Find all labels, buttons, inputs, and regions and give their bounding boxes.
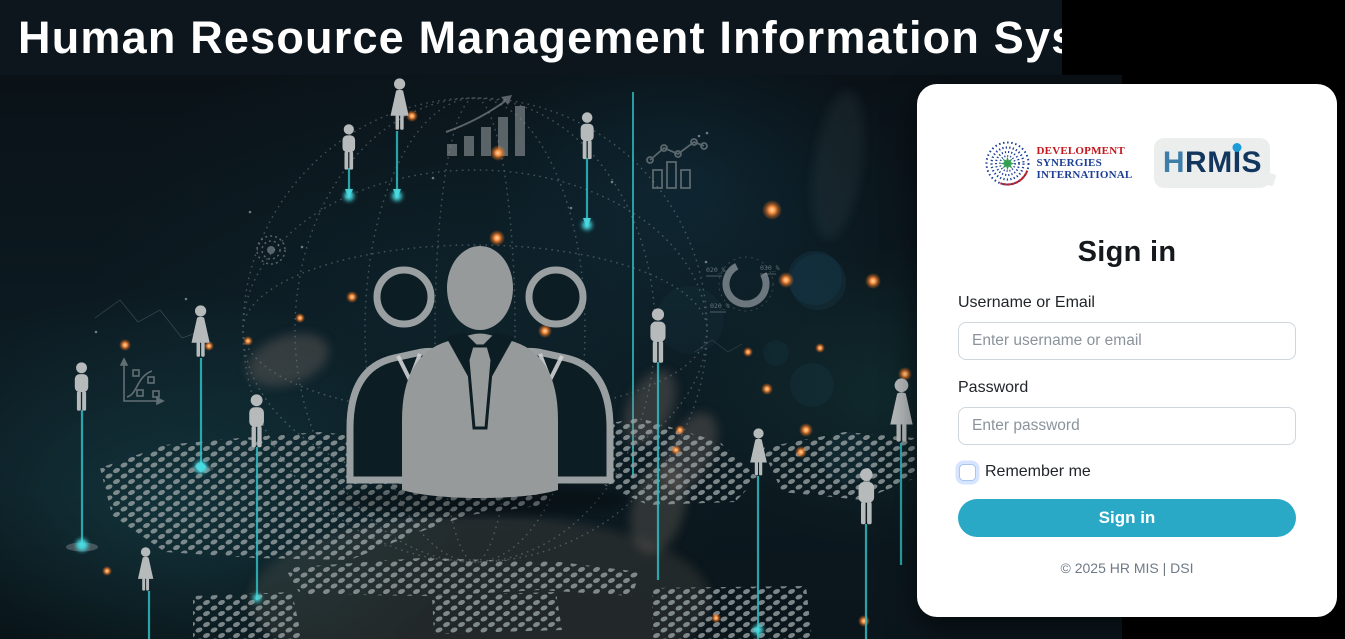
dsi-emblem-icon — [984, 140, 1031, 187]
hrmis-letters-rm: RM — [1185, 146, 1233, 179]
svg-text:020_%: 020_% — [706, 266, 726, 274]
signin-heading: Sign in — [1077, 236, 1177, 268]
dsi-line1: DEVELOPMENT — [1036, 145, 1125, 157]
login-page: 020_% 030_% 020_% Human Resource Managem… — [0, 0, 1345, 639]
username-input[interactable] — [958, 322, 1296, 360]
page-title: Human Resource Management Information Sy… — [0, 0, 1062, 75]
remember-me-row: Remember me — [958, 463, 1296, 481]
dsi-logo: DEVELOPMENT SYNERGIES INTERNATIONAL — [984, 140, 1133, 187]
line-chart-icon — [646, 138, 708, 189]
hrmis-letter-i: I — [1232, 143, 1242, 180]
hrmis-pin-dot-icon — [1232, 143, 1242, 152]
username-label: Username or Email — [958, 294, 1095, 311]
scatter-chart-icon — [119, 357, 165, 406]
remember-me-label: Remember me — [985, 463, 1091, 480]
dsi-line2: SYNERGIES — [1036, 157, 1102, 169]
remember-me-checkbox[interactable] — [959, 463, 976, 481]
target-icon — [256, 235, 286, 265]
password-label: Password — [958, 379, 1029, 396]
svg-text:020_%: 020_% — [710, 302, 730, 310]
login-card: DEVELOPMENT SYNERGIES INTERNATIONAL H RM I… — [917, 84, 1337, 617]
signin-button[interactable]: Sign in — [958, 499, 1296, 537]
team-silhouette-icon — [330, 246, 630, 516]
dsi-logo-text: DEVELOPMENT SYNERGIES INTERNATIONAL — [1037, 145, 1133, 181]
hrmis-letter-s: S — [1241, 146, 1263, 179]
svg-text:030_%: 030_% — [760, 264, 780, 272]
hrmis-logo: H RM I S — [1154, 138, 1271, 188]
dsi-line3: INTERNATIONAL — [1036, 169, 1133, 181]
logo-row: DEVELOPMENT SYNERGIES INTERNATIONAL H RM I… — [958, 138, 1296, 188]
donut-gauge-icon: 020_% 030_% 020_% — [706, 256, 780, 313]
bar-chart-icon — [445, 95, 525, 156]
password-input[interactable] — [958, 407, 1296, 445]
copyright-footer: © 2025 HR MIS | DSI — [1060, 560, 1194, 576]
hrmis-letter-h: H — [1162, 146, 1186, 179]
